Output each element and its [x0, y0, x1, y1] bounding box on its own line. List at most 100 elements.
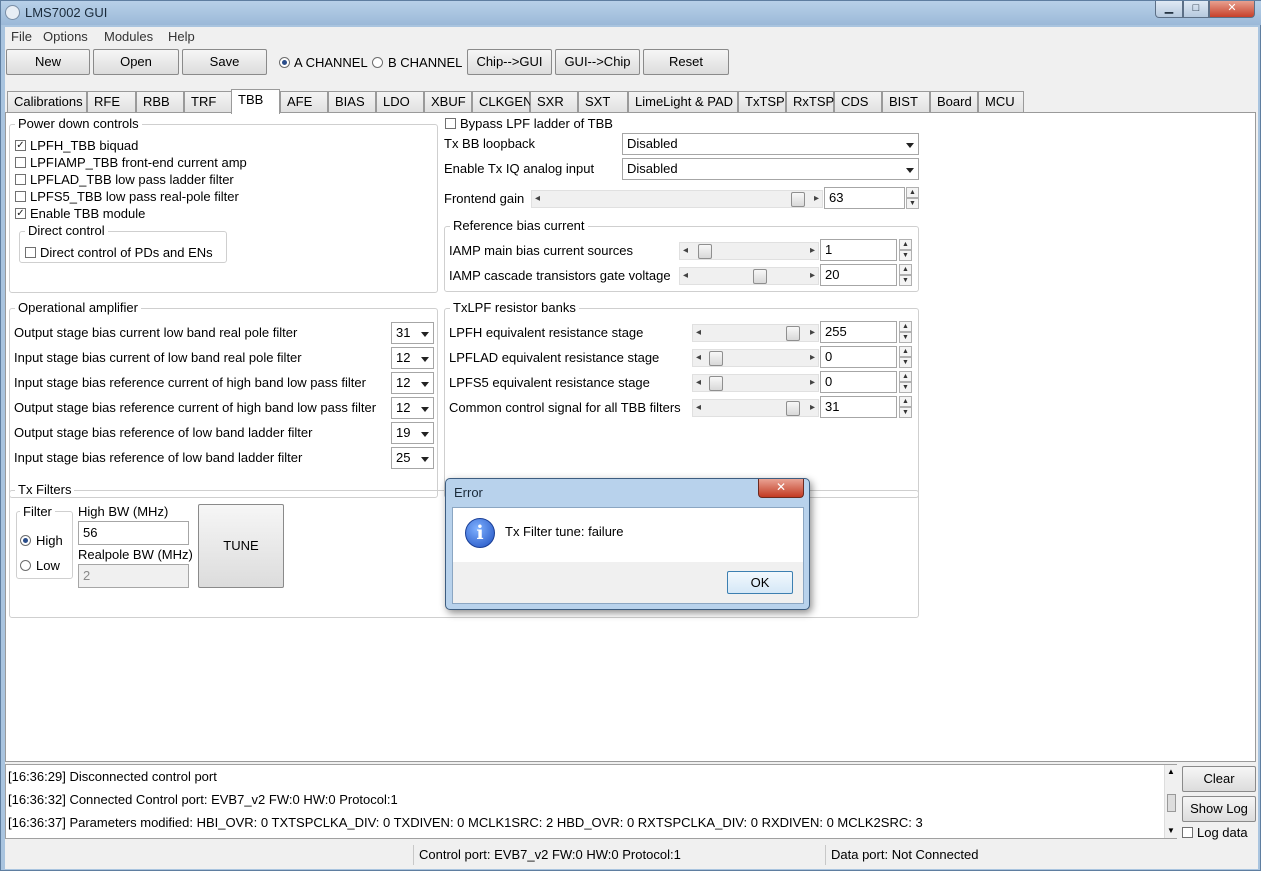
slider-thumb[interactable] [698, 244, 712, 259]
lpfh-checkbox[interactable]: ✓ [15, 140, 26, 151]
log-scrollbar[interactable]: ▲ ▼ [1164, 765, 1177, 838]
iamp-cascade-spin[interactable]: ▲ ▼ [899, 264, 912, 286]
reset-button[interactable]: Reset [643, 49, 729, 75]
opamp-row-5-select[interactable]: 25 [391, 447, 434, 469]
close-window-button[interactable]: ✕ [1209, 1, 1255, 18]
high-bw-input[interactable]: 56 [78, 521, 189, 545]
menu-modules[interactable]: Modules [104, 29, 153, 44]
tab-ldo[interactable]: LDO [376, 91, 424, 113]
iamp-main-slider[interactable]: ◂ ▸ [679, 242, 819, 260]
spin-up-icon[interactable]: ▲ [899, 264, 912, 275]
frontend-gain-spin[interactable]: ▲ ▼ [906, 187, 919, 209]
scroll-thumb[interactable] [1167, 794, 1176, 812]
frontend-gain-slider[interactable]: ◂ ▸ [531, 190, 823, 208]
spin-down-icon[interactable]: ▼ [906, 198, 919, 209]
slider-thumb[interactable] [709, 376, 723, 391]
opamp-row-0-select[interactable]: 31 [391, 322, 434, 344]
iamp-cascade-input[interactable]: 20 [820, 264, 897, 286]
tab-bias[interactable]: BIAS [328, 91, 376, 113]
txlpf-row-2-slider[interactable]: ◂ ▸ [692, 374, 819, 392]
spin-up-icon[interactable]: ▲ [899, 346, 912, 357]
txlpf-row-2-spin[interactable]: ▲ ▼ [899, 371, 912, 393]
tab-cds[interactable]: CDS [834, 91, 882, 113]
menu-help[interactable]: Help [168, 29, 195, 44]
title-bar[interactable]: LMS7002 GUI ▁ □ ✕ [1, 1, 1261, 25]
slider-thumb[interactable] [791, 192, 805, 207]
log-data-checkbox[interactable] [1182, 827, 1193, 838]
tab-rfe[interactable]: RFE [87, 91, 136, 113]
opamp-row-3-select[interactable]: 12 [391, 397, 434, 419]
tab-trf[interactable]: TRF [184, 91, 232, 113]
opamp-row-2-select[interactable]: 12 [391, 372, 434, 394]
tab-mcu[interactable]: MCU [978, 91, 1024, 113]
show-log-button[interactable]: Show Log [1182, 796, 1256, 822]
txlpf-row-3-input[interactable]: 31 [820, 396, 897, 418]
save-button[interactable]: Save [182, 49, 267, 75]
frontend-gain-input[interactable]: 63 [824, 187, 905, 209]
txlpf-row-0-slider[interactable]: ◂ ▸ [692, 324, 819, 342]
iq-select[interactable]: Disabled [622, 158, 919, 180]
spin-down-icon[interactable]: ▼ [899, 407, 912, 418]
slider-thumb[interactable] [786, 401, 800, 416]
txlpf-row-0-input[interactable]: 255 [820, 321, 897, 343]
spin-down-icon[interactable]: ▼ [899, 357, 912, 368]
spin-down-icon[interactable]: ▼ [899, 332, 912, 343]
log-panel[interactable]: [16:36:29] Disconnected control port [16… [5, 764, 1177, 839]
enable-tbb-checkbox[interactable]: ✓ [15, 208, 26, 219]
menu-options[interactable]: Options [43, 29, 88, 44]
spin-up-icon[interactable]: ▲ [899, 371, 912, 382]
spin-up-icon[interactable]: ▲ [899, 239, 912, 250]
open-button[interactable]: Open [93, 49, 179, 75]
spin-down-icon[interactable]: ▼ [899, 275, 912, 286]
channel-b-radio[interactable] [372, 57, 383, 68]
direct-control-checkbox[interactable] [25, 247, 36, 258]
maximize-button[interactable]: □ [1183, 1, 1209, 18]
tab-board[interactable]: Board [930, 91, 978, 113]
spin-up-icon[interactable]: ▲ [899, 321, 912, 332]
txlpf-row-1-slider[interactable]: ◂ ▸ [692, 349, 819, 367]
txlpf-row-1-spin[interactable]: ▲ ▼ [899, 346, 912, 368]
tab-sxr[interactable]: SXR [530, 91, 578, 113]
tab-afe[interactable]: AFE [280, 91, 328, 113]
dialog-close-button[interactable]: ✕ [758, 479, 804, 498]
tab-calibrations[interactable]: Calibrations [7, 91, 87, 113]
txlpf-row-2-input[interactable]: 0 [820, 371, 897, 393]
opamp-row-1-select[interactable]: 12 [391, 347, 434, 369]
tab-tbb[interactable]: TBB [231, 89, 280, 114]
slider-thumb[interactable] [709, 351, 723, 366]
lpfs5-checkbox[interactable] [15, 191, 26, 202]
txlpf-row-3-slider[interactable]: ◂ ▸ [692, 399, 819, 417]
tab-clkgen[interactable]: CLKGEN [472, 91, 532, 113]
opamp-row-4-select[interactable]: 19 [391, 422, 434, 444]
realpole-bw-input[interactable]: 2 [78, 564, 189, 588]
slider-thumb[interactable] [786, 326, 800, 341]
menu-file[interactable]: File [11, 29, 32, 44]
spin-up-icon[interactable]: ▲ [899, 396, 912, 407]
scroll-up-icon[interactable]: ▲ [1167, 767, 1175, 776]
bypass-lpf-checkbox[interactable] [445, 118, 456, 129]
tune-button[interactable]: TUNE [198, 504, 284, 588]
txlpf-row-0-spin[interactable]: ▲ ▼ [899, 321, 912, 343]
filter-high-radio[interactable] [20, 535, 31, 546]
lpfiamp-checkbox[interactable] [15, 157, 26, 168]
tab-xbuf[interactable]: XBUF [424, 91, 472, 113]
iamp-cascade-slider[interactable]: ◂ ▸ [679, 267, 819, 285]
spin-down-icon[interactable]: ▼ [899, 250, 912, 261]
tab-limelight-pad[interactable]: LimeLight & PAD [628, 91, 738, 113]
error-dialog[interactable]: Error ✕ i Tx Filter tune: failure OK [445, 478, 810, 610]
ok-button[interactable]: OK [727, 571, 793, 594]
clear-log-button[interactable]: Clear [1182, 766, 1256, 792]
iamp-main-input[interactable]: 1 [820, 239, 897, 261]
tab-rxtsp[interactable]: RxTSP [786, 91, 834, 113]
scroll-down-icon[interactable]: ▼ [1167, 826, 1175, 835]
chip-to-gui-button[interactable]: Chip-->GUI [467, 49, 552, 75]
channel-a-radio[interactable] [279, 57, 290, 68]
spin-up-icon[interactable]: ▲ [906, 187, 919, 198]
txlpf-row-1-input[interactable]: 0 [820, 346, 897, 368]
spin-down-icon[interactable]: ▼ [899, 382, 912, 393]
new-button[interactable]: New [6, 49, 90, 75]
tab-sxt[interactable]: SXT [578, 91, 628, 113]
lpflad-checkbox[interactable] [15, 174, 26, 185]
tab-bist[interactable]: BIST [882, 91, 930, 113]
loopback-select[interactable]: Disabled [622, 133, 919, 155]
